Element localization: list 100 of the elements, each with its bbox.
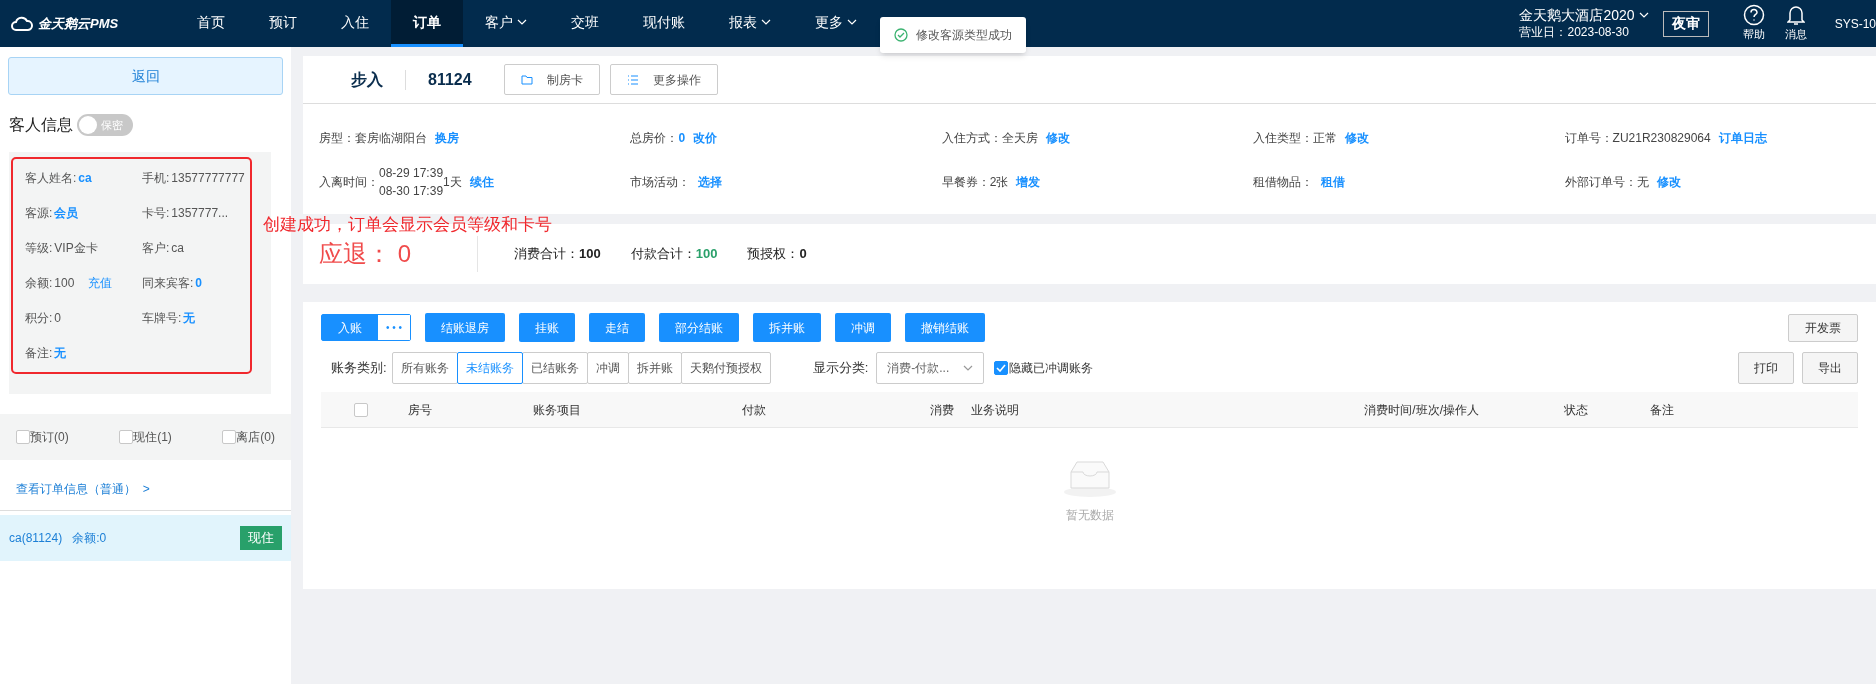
print-button[interactable]: 打印 [1738,352,1794,384]
bill-action-button[interactable]: 走结 [589,313,646,342]
action-link[interactable]: 修改 [1345,129,1370,147]
info-value[interactable]: 无 [54,344,67,362]
field-label: 早餐券： [941,174,990,191]
total-label: 预授权： [747,245,800,264]
checkbox[interactable] [994,361,1009,375]
status-tag: 现住 [240,526,282,550]
toolbar-button[interactable]: 更多操作 [609,64,718,95]
bill-action-button[interactable]: 结账退房 [425,313,506,342]
field-label: 总房价： [630,130,679,147]
category-tab[interactable]: 天鹅付预授权 [680,352,771,384]
action-link[interactable]: 修改 [1656,173,1681,191]
nav-tab[interactable]: 交班 [549,0,621,47]
night-audit-button[interactable]: 夜审 [1662,10,1709,37]
bill-action-button[interactable]: 部分结账 [659,313,740,342]
column-header: 状态 [1564,402,1588,417]
info-label: 客源: [25,205,53,222]
info-label: 同来宾客: [142,275,194,292]
action-link[interactable]: 换房 [435,129,459,147]
room-list-item[interactable]: ca(81124) 余额:0 现住 [0,515,291,561]
chevron-down-icon [847,19,857,25]
checkbox-label: 隐藏已冲调账务 [1009,360,1094,377]
action-link[interactable]: 选择 [698,173,723,191]
cloud-logo-icon [10,15,34,32]
toast-message: 修改客源类型成功 [880,17,1026,53]
field-value: 正常 [1313,130,1338,147]
field-value: 全天房 [1001,130,1038,147]
category-tab[interactable]: 拆并账 [627,352,682,384]
checkbox[interactable] [119,430,134,444]
checkbox[interactable] [16,430,30,444]
action-link[interactable]: 续住 [469,173,494,191]
checkbox[interactable] [354,402,368,417]
info-value: 0 [54,310,62,327]
hotel-selector[interactable]: 金天鹅大酒店2020 [1519,6,1649,24]
action-link[interactable]: 修改 [1045,129,1070,147]
column-header: 业务说明 [971,402,1019,417]
bell-icon[interactable] [1786,4,1805,27]
post-button[interactable]: 入账 [322,315,378,340]
back-button[interactable]: 返回 [8,57,283,95]
category-tab[interactable]: 已结账务 [521,352,588,384]
empty-text: 暂无数据 [1065,507,1114,524]
action-link[interactable]: 增发 [1016,173,1041,191]
order-info-link[interactable]: 查看订单信息（普通） > [0,480,291,498]
field-label: 入住方式： [941,130,1002,147]
checkbox[interactable] [222,430,237,444]
field-label: 入离时间： [319,174,379,191]
refund-amount: 应退： 0 [319,239,412,269]
date-value: 08-30 17:39 [379,183,444,200]
nav-tab[interactable]: 更多 [793,0,879,47]
info-value[interactable]: 0 [195,274,203,292]
field-value: 0 [678,130,686,147]
action-link[interactable]: 改价 [693,129,718,147]
field-label: 市场活动： [630,174,691,191]
user-name[interactable]: SYS-10 [1834,14,1876,33]
field-label: 外部订单号： [1564,174,1637,191]
date-value: 08-29 17:39 [379,165,444,182]
export-button[interactable]: 导出 [1802,352,1858,384]
category-label: 账务类别: [331,359,387,378]
nav-tab[interactable]: 报表 [707,0,793,47]
column-header: 消费 [930,402,954,417]
total-value: 100 [579,245,601,264]
total-label: 消费合计： [514,245,579,264]
recharge-link[interactable]: 充值 [88,274,113,292]
field-value: 无 [1636,174,1649,191]
nav-tab[interactable]: 订单 [391,0,463,47]
room-number: 81124 [428,69,472,90]
column-header: 付款 [742,402,766,417]
action-link[interactable]: 租借 [1321,173,1346,191]
field-value: 套房临湖阳台 [355,130,427,147]
bill-action-button[interactable]: 拆并账 [753,313,822,342]
info-value[interactable]: 会员 [54,204,79,222]
nav-tab[interactable]: 入住 [319,0,391,47]
nav-tab[interactable]: 首页 [175,0,247,47]
info-value[interactable]: ca [78,169,92,187]
nav-tab[interactable]: 客户 [463,0,549,47]
folder-icon [520,74,533,85]
category-tab[interactable]: 所有账务 [391,352,458,384]
info-label: 客人姓名: [25,170,77,187]
info-value: ca [171,240,185,257]
chevron-down-icon [963,365,974,371]
info-label: 余额: [25,275,53,292]
bill-action-button[interactable]: 冲调 [835,313,892,342]
bill-action-button[interactable]: 撤销结账 [905,313,986,342]
nav-tab[interactable]: 预订 [247,0,319,47]
help-icon[interactable] [1742,4,1765,27]
action-link[interactable]: 订单日志 [1718,129,1767,147]
filter-label: 现住(1) [133,429,172,446]
chevron-down-icon [517,19,527,25]
toolbar-button[interactable]: 制房卡 [503,64,600,95]
chevron-down-icon [761,19,771,25]
bill-action-button[interactable]: 挂账 [519,313,576,342]
category-tab[interactable]: 冲调 [586,352,629,384]
total-value: 100 [695,245,718,264]
category-tab[interactable]: 未结账务 [456,352,523,384]
info-value[interactable]: 无 [183,309,196,327]
chevron-down-icon [1638,12,1649,18]
display-select[interactable]: 消费-付款... [876,352,985,384]
nav-tab[interactable]: 现付账 [621,0,707,47]
invoice-button[interactable]: 开发票 [1788,313,1858,342]
